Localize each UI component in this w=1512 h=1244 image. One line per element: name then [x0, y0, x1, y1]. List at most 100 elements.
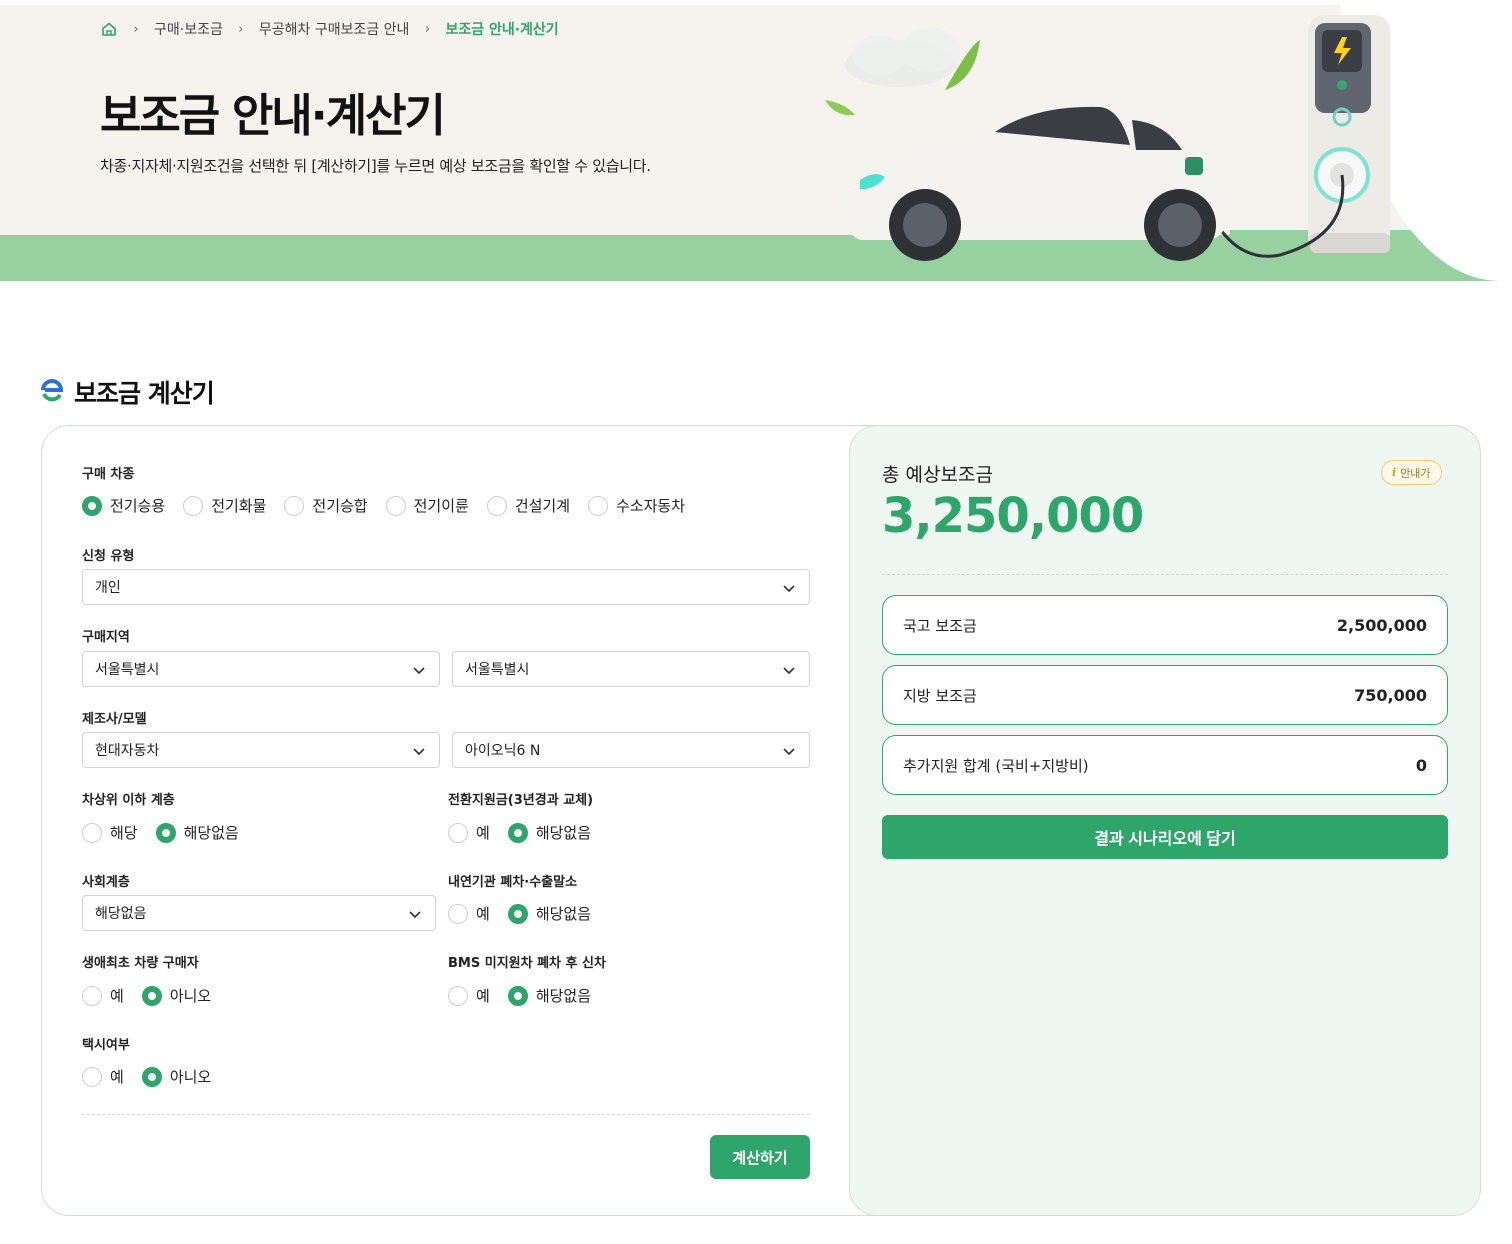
page-description: 차종·지자체·지원조건을 선택한 뒤 [계산하기]를 누르면 예상 보조금을 확…: [100, 157, 651, 175]
ice-scrap-label: 내연기관 폐차·수출말소: [448, 875, 578, 890]
total-subsidy-value: 3,250,000: [882, 488, 1144, 544]
local-subsidy-box: 지방 보조금 750,000: [882, 665, 1448, 725]
radio-vehicle-hydrogen[interactable]: 수소자동차: [588, 495, 685, 516]
info-badge-label: 안내가: [1400, 466, 1431, 480]
hero-banner: › 구매·보조금 › 무공해차 구매보조금 안내 › 보조금 안내·계산기 보조…: [0, 5, 1512, 281]
region-label: 구매지역: [82, 630, 130, 645]
radio-label: 수소자동차: [616, 497, 686, 515]
select-value: 아이오닉6 N: [465, 743, 541, 759]
region-city-select[interactable]: 서울특별시: [452, 651, 810, 687]
breadcrumb-item[interactable]: 구매·보조금: [154, 19, 223, 39]
radio-dot[interactable]: [486, 495, 507, 516]
radio-dot[interactable]: [507, 985, 528, 1006]
select-value: 서울특별시: [465, 662, 530, 678]
page-title: 보조금 안내·계산기: [100, 89, 446, 142]
radio-low-income-yes[interactable]: 해당: [82, 822, 138, 843]
radio-label: 해당없음: [535, 987, 592, 1005]
social-class-label: 사회계층: [82, 875, 130, 890]
radio-bms-no[interactable]: 해당없음: [507, 985, 592, 1006]
radio-dot[interactable]: [82, 495, 102, 516]
extra-subsidy-label: 추가지원 합계 (국비+지방비): [903, 756, 1089, 775]
select-value: 현대자동차: [95, 743, 160, 759]
radio-ice-scrap-yes[interactable]: 예: [448, 903, 490, 924]
radio-dot[interactable]: [588, 495, 609, 516]
calculator-panel: 구매 차종 전기승용 전기화물 전기승합 전기이륜 건설기계 수소자동차 신청 …: [41, 425, 1481, 1216]
national-subsidy-box: 국고 보조금 2,500,000: [882, 595, 1448, 655]
radio-low-income-no[interactable]: 해당없음: [155, 822, 239, 843]
radio-vehicle-bus[interactable]: 전기승합: [284, 495, 368, 516]
vehicle-type-group: 전기승용 전기화물 전기승합 전기이륜 건설기계 수소자동차: [82, 495, 703, 516]
radio-vehicle-passenger[interactable]: 전기승용: [82, 495, 165, 516]
select-value: 개인: [95, 580, 121, 596]
chevron-down-icon: [413, 748, 425, 756]
region-province-select[interactable]: 서울특별시: [82, 651, 440, 687]
radio-taxi-no[interactable]: 아니오: [141, 1066, 212, 1087]
radio-label: 전기화물: [211, 497, 267, 515]
chevron-right-icon: ›: [238, 21, 244, 37]
radio-conversion-yes[interactable]: 예: [448, 822, 490, 843]
home-icon[interactable]: [100, 20, 118, 38]
radio-label: 전기승용: [110, 497, 166, 515]
low-income-group: 해당 해당없음: [82, 822, 257, 843]
radio-conversion-no[interactable]: 해당없음: [507, 822, 591, 843]
radio-dot[interactable]: [183, 495, 204, 516]
breadcrumb-current: 보조금 안내·계산기: [445, 22, 559, 38]
model-select[interactable]: 아이오닉6 N: [452, 732, 810, 768]
apply-type-label: 신청 유형: [82, 549, 135, 564]
radio-label: 해당없음: [535, 905, 592, 923]
radio-dot[interactable]: [141, 1066, 162, 1087]
result-panel: 총 예상보조금 i 안내가 3,250,000 국고 보조금 2,500,000…: [849, 426, 1480, 1215]
first-buyer-group: 예 아니오: [82, 985, 229, 1006]
radio-dot[interactable]: [507, 903, 528, 924]
radio-dot[interactable]: [448, 903, 468, 924]
local-subsidy-value: 750,000: [1354, 685, 1427, 705]
info-badge[interactable]: i 안내가: [1381, 460, 1442, 485]
radio-first-buyer-no[interactable]: 아니오: [141, 985, 211, 1006]
radio-vehicle-truck[interactable]: 전기화물: [183, 495, 266, 516]
chevron-right-icon: ›: [424, 21, 431, 37]
select-value: 해당없음: [95, 906, 147, 922]
radio-vehicle-construction[interactable]: 건설기계: [486, 495, 570, 516]
breadcrumb-item[interactable]: 무공해차 구매보조금 안내: [259, 19, 410, 39]
radio-label: 예: [476, 987, 490, 1005]
radio-dot[interactable]: [82, 985, 102, 1006]
bms-label: BMS 미지원차 폐차 후 신차: [448, 956, 606, 971]
form-divider: [82, 1114, 810, 1115]
taxi-group: 예 아니오: [82, 1066, 229, 1087]
save-scenario-button[interactable]: 결과 시나리오에 담기: [882, 815, 1448, 859]
social-class-select[interactable]: 해당없음: [82, 895, 436, 931]
radio-label: 해당: [110, 824, 138, 842]
radio-label: 예: [476, 905, 490, 923]
bms-group: 예 해당없음: [448, 985, 609, 1006]
low-income-label: 차상위 이하 계층: [82, 793, 175, 808]
chevron-down-icon: [413, 667, 425, 675]
radio-dot[interactable]: [155, 822, 176, 843]
breadcrumb: › 구매·보조금 › 무공해차 구매보조금 안내 › 보조금 안내·계산기: [100, 19, 559, 39]
radio-dot[interactable]: [82, 1066, 102, 1087]
radio-dot[interactable]: [385, 495, 406, 516]
conversion-label: 전환지원금(3년경과 교체): [448, 793, 594, 808]
radio-label: 예: [110, 987, 124, 1005]
radio-dot[interactable]: [284, 495, 305, 516]
radio-first-buyer-yes[interactable]: 예: [82, 985, 124, 1006]
radio-dot[interactable]: [82, 822, 102, 843]
radio-dot[interactable]: [141, 985, 162, 1006]
radio-label: 아니오: [169, 1068, 212, 1086]
radio-taxi-yes[interactable]: 예: [82, 1066, 124, 1087]
radio-ice-scrap-no[interactable]: 해당없음: [507, 903, 592, 924]
radio-label: 해당없음: [183, 824, 239, 842]
maker-select[interactable]: 현대자동차: [82, 732, 440, 768]
calculate-button[interactable]: 계산하기: [710, 1135, 810, 1179]
total-subsidy-label: 총 예상보조금: [882, 464, 993, 486]
maker-model-label: 제조사/모델: [82, 712, 147, 727]
extra-subsidy-box: 추가지원 합계 (국비+지방비) 0: [882, 735, 1448, 795]
radio-label: 예: [110, 1068, 124, 1086]
radio-dot[interactable]: [448, 822, 468, 843]
select-value: 서울특별시: [95, 662, 160, 678]
radio-dot[interactable]: [507, 822, 528, 843]
radio-bms-yes[interactable]: 예: [448, 985, 490, 1006]
apply-type-select[interactable]: 개인: [82, 569, 810, 605]
radio-dot[interactable]: [448, 985, 468, 1006]
radio-vehicle-twowheel[interactable]: 전기이륜: [385, 495, 469, 516]
local-subsidy-label: 지방 보조금: [903, 686, 977, 705]
